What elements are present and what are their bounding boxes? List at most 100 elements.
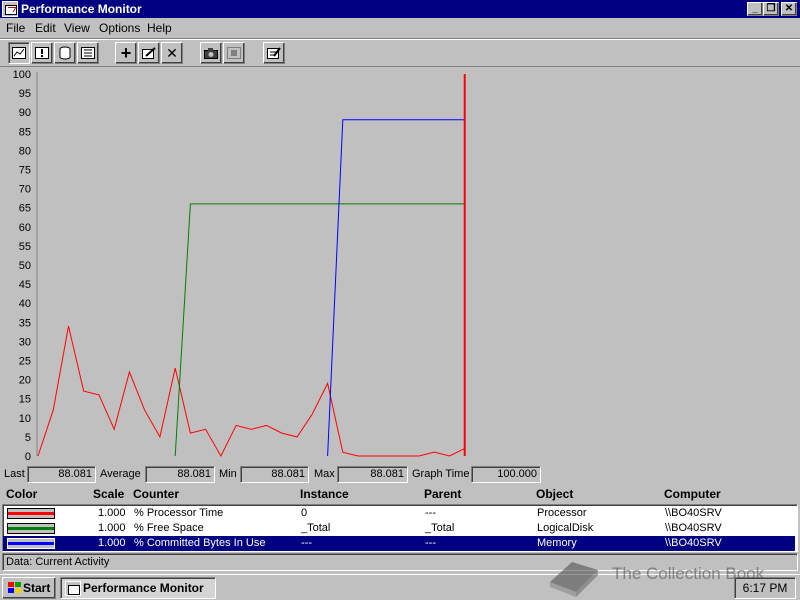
y-tick-label: 40 <box>19 298 31 310</box>
y-tick-label: 10 <box>19 413 31 425</box>
last-value: 88.081 <box>27 466 96 483</box>
delete-counter-icon: ✕ <box>166 45 178 61</box>
legend-object: LogicalDisk <box>537 522 594 534</box>
update-now-icon <box>204 48 218 59</box>
max-value: 88.081 <box>337 466 408 483</box>
start-button[interactable]: Start <box>2 577 56 599</box>
update-now-button[interactable] <box>200 42 222 64</box>
y-tick-label: 85 <box>19 126 31 138</box>
perfmon-task-icon <box>65 581 81 596</box>
y-tick-label: 30 <box>19 336 31 348</box>
y-tick-label: 35 <box>19 317 31 329</box>
legend-computer: \\BO40SRV <box>665 537 722 549</box>
graph-time-label: Graph Time <box>412 468 470 480</box>
alert-view-button[interactable] <box>31 42 53 64</box>
menu-view[interactable]: View <box>64 21 90 35</box>
series-line-2 <box>327 119 465 457</box>
menu-options[interactable]: Options <box>99 21 140 35</box>
y-tick-label: 50 <box>19 260 31 272</box>
legend-counter: % Committed Bytes In Use <box>134 537 266 549</box>
menu-help[interactable]: Help <box>147 21 172 35</box>
min-label: Min <box>219 468 237 480</box>
chart-view-icon <box>12 47 26 59</box>
report-view-button[interactable] <box>77 42 99 64</box>
minimize-button[interactable]: _ <box>747 2 763 16</box>
start-label: Start <box>23 581 51 595</box>
y-tick-label: 45 <box>19 279 31 291</box>
legend-object: Memory <box>537 537 577 549</box>
log-view-icon <box>59 46 71 60</box>
log-view-button[interactable] <box>54 42 76 64</box>
legend-header-instance: Instance <box>300 487 349 501</box>
menu-edit[interactable]: Edit <box>35 21 56 35</box>
legend-row-processor-time[interactable]: 1.000 % Processor Time 0 --- Processor \… <box>3 506 795 521</box>
status-bar: Data: Current Activity <box>2 553 798 571</box>
legend-parent: --- <box>425 507 436 519</box>
y-tick-label: 80 <box>19 145 31 157</box>
legend-scale: 1.000 <box>98 537 126 549</box>
y-tick-label: 100 <box>13 69 31 81</box>
legend-instance: _Total <box>301 522 331 534</box>
legend-row-committed-bytes[interactable]: 1.000 % Committed Bytes In Use --- --- M… <box>3 536 795 551</box>
menu-bar: File Edit View Options Help <box>0 18 800 37</box>
legend-header-scale: Scale <box>93 487 125 501</box>
graph-time-value: 100.000 <box>471 466 541 483</box>
title-bar[interactable]: Performance Monitor _ ❐ ✕ <box>0 0 800 18</box>
legend-header-computer: Computer <box>664 487 721 501</box>
legend-scale: 1.000 <box>98 522 126 534</box>
perfmon-app-icon[interactable] <box>2 1 18 17</box>
average-label: Average <box>100 468 141 480</box>
maximize-button[interactable]: ❐ <box>763 2 779 16</box>
legend-list: 1.000 % Processor Time 0 --- Processor \… <box>2 504 798 552</box>
average-value: 88.081 <box>145 466 215 483</box>
y-tick-label: 90 <box>19 107 31 119</box>
series-line-1 <box>174 203 465 457</box>
legend-scale: 1.000 <box>98 507 126 519</box>
legend-instance: 0 <box>301 507 308 519</box>
alert-view-icon <box>35 47 49 59</box>
legend-computer: \\BO40SRV <box>665 507 722 519</box>
y-tick-label: 95 <box>19 88 31 100</box>
legend-header-color: Color <box>6 487 38 501</box>
edit-counter-button[interactable] <box>138 42 160 64</box>
y-tick-label: 15 <box>19 394 31 406</box>
legend-computer: \\BO40SRV <box>665 522 722 534</box>
legend-counter: % Free Space <box>134 522 204 534</box>
report-view-icon <box>81 47 95 59</box>
toolbar: + ✕ <box>0 38 800 67</box>
color-swatch <box>7 508 55 519</box>
min-value: 88.081 <box>240 466 309 483</box>
windows-logo-icon <box>7 582 21 594</box>
y-tick-label: 70 <box>19 184 31 196</box>
taskbar: Start Performance Monitor 6:17 PM <box>0 574 800 600</box>
y-tick-label: 60 <box>19 222 31 234</box>
y-tick-label: 75 <box>19 165 31 177</box>
legend-object: Processor <box>537 507 587 519</box>
legend-header-object: Object <box>536 487 574 501</box>
legend-parent: --- <box>425 537 436 549</box>
color-swatch <box>7 523 55 534</box>
delete-counter-button[interactable]: ✕ <box>161 42 183 64</box>
add-counter-icon: + <box>120 43 132 63</box>
taskbar-task-performance-monitor[interactable]: Performance Monitor <box>60 577 216 599</box>
clock[interactable]: 6:17 PM <box>743 581 788 595</box>
chart-area: 100 95 90 85 80 75 70 65 60 55 50 45 40 35 30 25 20 15 10 5… <box>0 67 800 462</box>
y-tick-label: 25 <box>19 356 31 368</box>
legend-row-free-space[interactable]: 1.000 % Free Space _Total _Total Logical… <box>3 521 795 536</box>
legend-instance: --- <box>301 537 312 549</box>
options-button[interactable] <box>263 42 285 64</box>
y-tick-label: 55 <box>19 241 31 253</box>
system-tray: 6:17 PM <box>734 577 796 599</box>
menu-file[interactable]: File <box>6 21 25 35</box>
legend-counter: % Processor Time <box>134 507 224 519</box>
close-button[interactable]: ✕ <box>781 2 797 16</box>
chart-view-button[interactable] <box>8 42 30 64</box>
task-label: Performance Monitor <box>83 581 204 595</box>
max-label: Max <box>314 468 335 480</box>
y-tick-label: 0 <box>25 451 31 462</box>
add-counter-button[interactable]: + <box>115 42 137 64</box>
performance-chart: 1009590858075706560555045403530252015105… <box>13 69 466 462</box>
place-bookmark-button[interactable] <box>223 42 245 64</box>
last-label: Last <box>4 468 25 480</box>
y-tick-label: 65 <box>19 203 31 215</box>
